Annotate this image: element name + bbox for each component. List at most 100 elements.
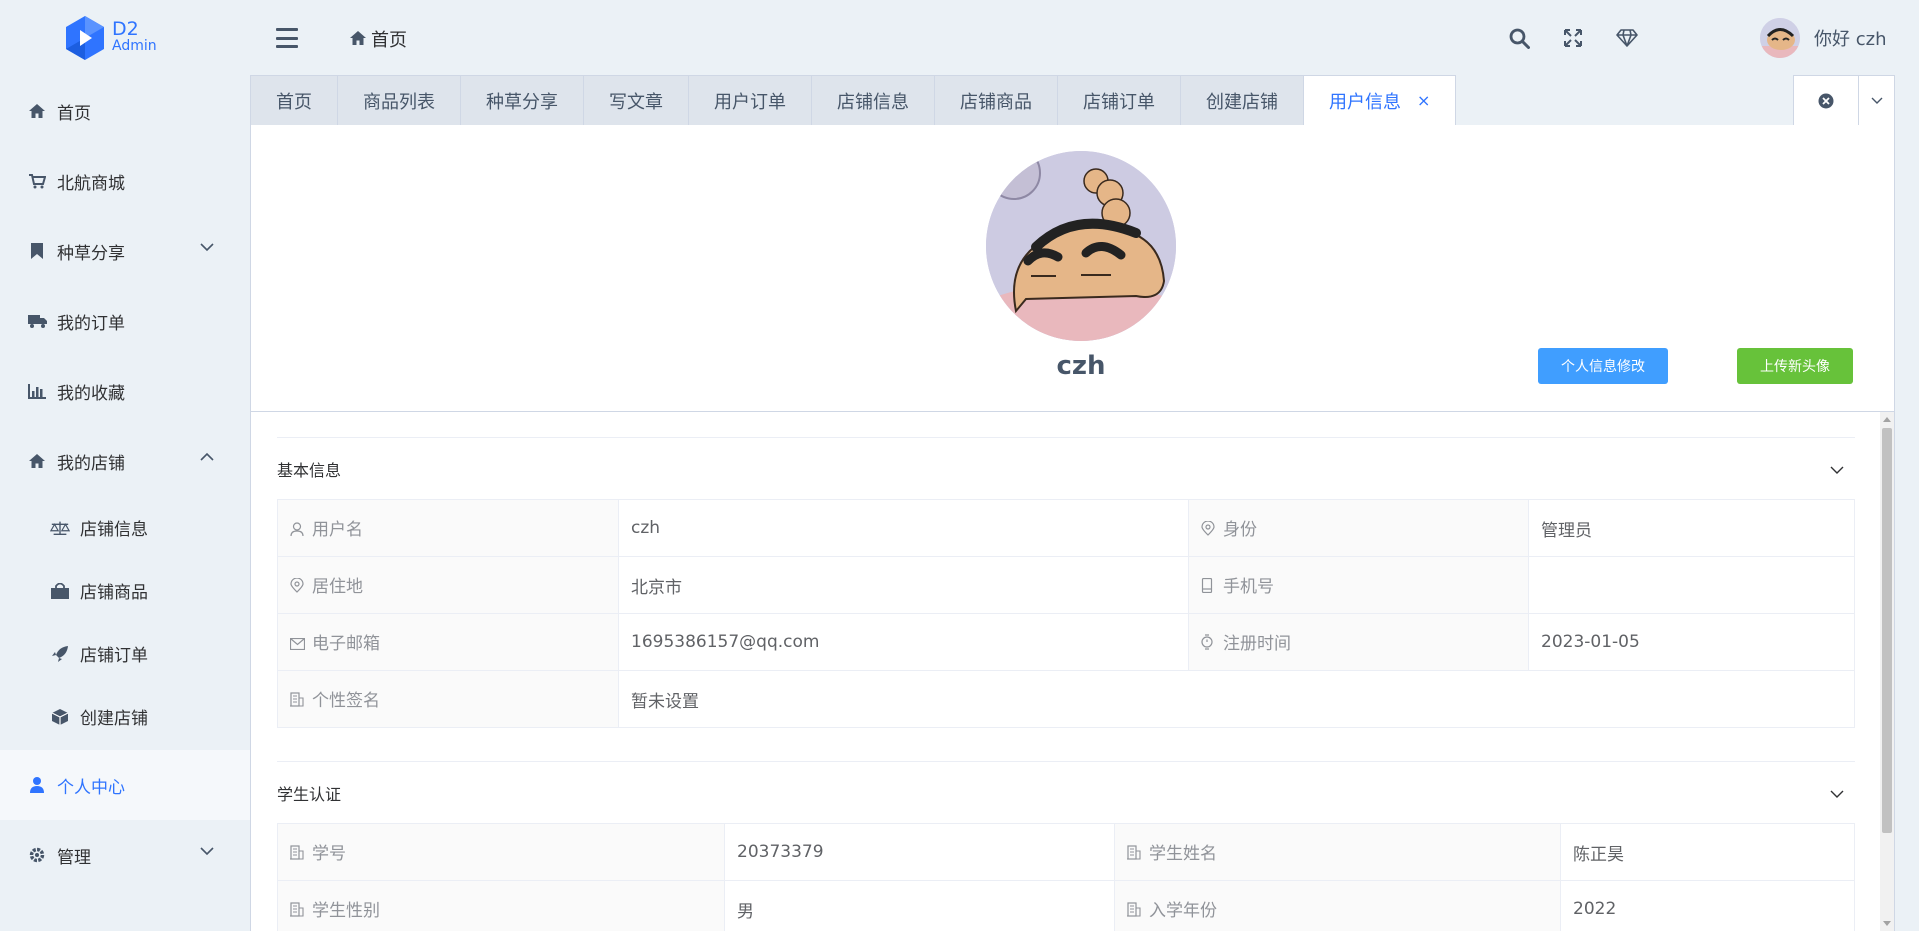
label-cell: 电子邮箱 <box>277 613 619 671</box>
sidebar-item-orders[interactable]: 我的订单 <box>0 286 250 356</box>
sidebar-item-home[interactable]: 首页 <box>0 76 250 146</box>
sidebar-item-share[interactable]: 种草分享 <box>0 216 250 286</box>
sidebar-item-shop-orders[interactable]: 店铺订单 <box>0 622 250 685</box>
breadcrumb-label: 首页 <box>371 30 407 51</box>
tab-label: 用户订单 <box>714 91 786 113</box>
field-label: 学号 <box>312 844 346 864</box>
office-icon <box>1127 902 1143 922</box>
office-icon <box>290 902 306 922</box>
d2-logo-icon <box>66 16 104 60</box>
user-icon <box>27 777 47 793</box>
close-all-tabs-icon[interactable] <box>1794 76 1859 125</box>
menu-toggle-icon[interactable] <box>276 28 298 48</box>
tab-product-list[interactable]: 商品列表 <box>337 75 460 126</box>
tab-label: 首页 <box>276 91 312 113</box>
office-icon <box>1127 845 1143 865</box>
truck-icon <box>27 314 47 328</box>
user-icon <box>290 521 306 541</box>
sidebar-item-personal-center[interactable]: 个人中心 <box>0 750 250 820</box>
tab-label: 用户信息 <box>1329 91 1401 113</box>
field-label: 入学年份 <box>1149 901 1217 921</box>
chevron-down-icon <box>200 847 214 856</box>
field-label: 学生姓名 <box>1149 844 1217 864</box>
profile-avatar[interactable] <box>986 151 1176 341</box>
diamond-icon[interactable] <box>1615 26 1639 50</box>
sidebar-item-admin[interactable]: 管理 <box>0 820 250 890</box>
sidebar-item-favorites[interactable]: 我的收藏 <box>0 356 250 426</box>
bookmark-icon <box>27 243 47 259</box>
table-row: 居住地 北京市 手机号 <box>277 556 1855 614</box>
field-label: 电子邮箱 <box>312 634 380 654</box>
close-tab-icon[interactable]: × <box>1417 91 1430 110</box>
edit-profile-button[interactable]: 个人信息修改 <box>1538 348 1668 384</box>
value-cell: 陈正昊 <box>1560 823 1855 881</box>
label-cell: 学生性别 <box>277 880 725 931</box>
chevron-down-icon <box>200 243 214 252</box>
tab-user-orders[interactable]: 用户订单 <box>688 75 811 126</box>
tab-label: 写文章 <box>609 91 663 113</box>
sidebar-item-label: 我的订单 <box>57 313 125 334</box>
sidebar-item-mall[interactable]: 北航商城 <box>0 146 250 216</box>
sidebar-item-label: 店铺订单 <box>80 646 148 666</box>
tab-create-shop[interactable]: 创建店铺 <box>1180 75 1303 126</box>
value-cell: 2022 <box>1560 880 1855 931</box>
upload-avatar-button[interactable]: 上传新头像 <box>1737 348 1853 384</box>
basic-info-header[interactable]: 基本信息 <box>277 437 1855 499</box>
field-label: 身份 <box>1223 520 1257 540</box>
tab-share[interactable]: 种草分享 <box>460 75 583 126</box>
sidebar-item-my-shop[interactable]: 我的店铺 <box>0 426 250 496</box>
user-menu[interactable]: 你好 czh <box>1760 18 1886 58</box>
scroll-thumb[interactable] <box>1882 428 1892 833</box>
field-label: 注册时间 <box>1223 634 1291 654</box>
tab-user-info[interactable]: 用户信息 × <box>1303 75 1457 126</box>
home-icon <box>27 454 47 468</box>
main-panel: czh 个人信息修改 上传新头像 基本信息 用户名 czh 身份 管理员 居住地… <box>250 125 1895 931</box>
sidebar-item-label: 管理 <box>57 847 91 868</box>
value-cell: 北京市 <box>618 556 1189 614</box>
app-logo[interactable]: D2 Admin <box>60 14 180 62</box>
breadcrumb[interactable]: 首页 <box>350 26 407 52</box>
profile-header: czh 个人信息修改 上传新头像 <box>251 125 1894 412</box>
sidebar-item-label: 北航商城 <box>57 173 125 194</box>
avatar <box>1760 18 1800 58</box>
tab-label: 店铺商品 <box>960 91 1032 113</box>
tab-home[interactable]: 首页 <box>250 75 337 126</box>
sidebar-item-label: 创建店铺 <box>80 709 148 729</box>
label-cell: 入学年份 <box>1114 880 1561 931</box>
value-cell: czh <box>618 499 1189 557</box>
field-label: 居住地 <box>312 577 363 597</box>
value-cell: 男 <box>724 880 1115 931</box>
tab-label: 种草分享 <box>486 91 558 113</box>
tab-shop-info[interactable]: 店铺信息 <box>811 75 934 126</box>
chevron-up-icon <box>200 452 214 461</box>
tab-write-article[interactable]: 写文章 <box>583 75 688 126</box>
chevron-down-icon <box>1830 790 1844 798</box>
sidebar-item-label: 种草分享 <box>57 243 125 264</box>
mail-icon <box>289 635 306 655</box>
tab-dropdown-icon[interactable] <box>1859 76 1894 125</box>
value-cell: 管理员 <box>1528 499 1855 557</box>
table-row: 电子邮箱 1695386157@qq.com 注册时间 2023-01-05 <box>277 613 1855 671</box>
brand-line1: D2 <box>112 18 139 40</box>
label-cell: 居住地 <box>277 556 619 614</box>
field-label: 学生性别 <box>312 901 380 921</box>
value-cell: 20373379 <box>724 823 1115 881</box>
content-scrollbar[interactable] <box>1880 412 1894 931</box>
sidebar-item-label: 店铺信息 <box>80 520 148 540</box>
mobile-icon <box>1201 577 1217 598</box>
scroll-up-arrow[interactable] <box>1883 417 1891 422</box>
fullscreen-icon[interactable] <box>1561 26 1585 50</box>
sidebar-item-shop-info[interactable]: 店铺信息 <box>0 496 250 559</box>
sidebar-item-create-shop[interactable]: 创建店铺 <box>0 685 250 748</box>
sidebar-item-shop-goods[interactable]: 店铺商品 <box>0 559 250 622</box>
office-icon <box>290 692 306 712</box>
tab-shop-orders[interactable]: 店铺订单 <box>1057 75 1180 126</box>
tab-shop-goods[interactable]: 店铺商品 <box>934 75 1057 126</box>
location-icon <box>290 577 306 598</box>
tab-label: 创建店铺 <box>1206 91 1278 113</box>
search-icon[interactable] <box>1507 26 1531 50</box>
basic-info-table: 用户名 czh 身份 管理员 居住地 北京市 手机号 电子邮箱 16953861… <box>277 499 1855 728</box>
brand-text: D2 Admin <box>112 18 157 55</box>
scroll-down-arrow[interactable] <box>1883 921 1891 926</box>
student-auth-header[interactable]: 学生认证 <box>277 761 1855 823</box>
